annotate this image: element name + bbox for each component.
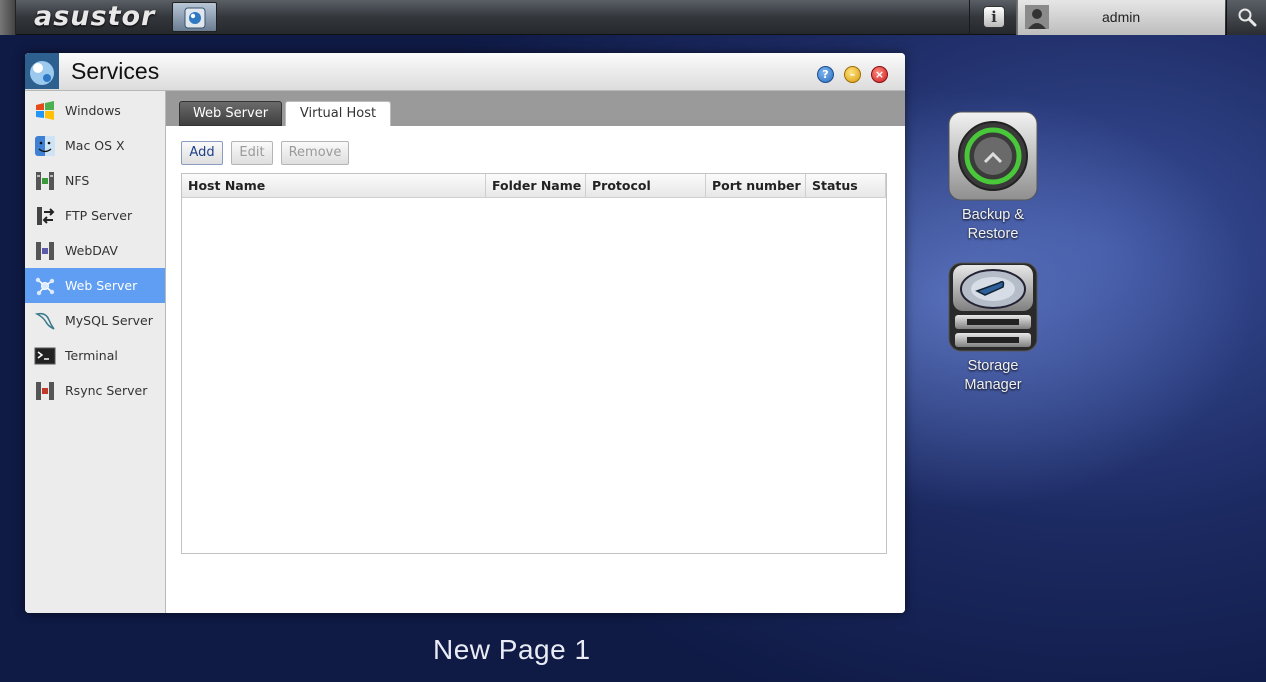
top-bar: asustor i admin xyxy=(0,0,1266,35)
terminal-icon xyxy=(34,347,56,365)
storage-manager-icon xyxy=(948,262,1038,352)
window-titlebar[interactable]: Services ? – × xyxy=(25,53,905,91)
desktop-icon-label: Storage xyxy=(967,358,1019,374)
tab-web-server[interactable]: Web Server xyxy=(179,101,282,126)
sidebar-item-label: Mac OS X xyxy=(65,138,125,153)
services-window: Services ? – × Windows Mac OS X NFS FTP … xyxy=(25,53,905,613)
info-button[interactable]: i xyxy=(969,0,1017,35)
sidebar-item-terminal[interactable]: Terminal xyxy=(25,338,165,373)
sidebar-item-label: FTP Server xyxy=(65,208,133,223)
desktop-page-name[interactable]: New Page 1 xyxy=(433,634,591,666)
column-status[interactable]: Status xyxy=(806,174,886,197)
close-button[interactable]: × xyxy=(871,66,888,83)
services-app-icon xyxy=(184,7,206,29)
column-host-name[interactable]: Host Name xyxy=(182,174,486,197)
sidebar-item-windows[interactable]: Windows xyxy=(25,93,165,128)
virtual-host-table: Host Name Folder Name Protocol Port numb… xyxy=(181,173,887,554)
sidebar-item-label: Terminal xyxy=(65,348,118,363)
column-port-number[interactable]: Port number xyxy=(706,174,806,197)
search-icon xyxy=(1238,8,1257,27)
desktop-icon-label: Restore xyxy=(967,226,1019,242)
sidebar-item-webdav[interactable]: WebDAV xyxy=(25,233,165,268)
services-taskbar-button[interactable] xyxy=(172,2,217,32)
sidebar-item-ftp-server[interactable]: FTP Server xyxy=(25,198,165,233)
column-folder-name[interactable]: Folder Name xyxy=(486,174,586,197)
sidebar-item-mysql-server[interactable]: MySQL Server xyxy=(25,303,165,338)
info-icon: i xyxy=(983,6,1005,28)
sidebar-item-rsync-server[interactable]: Rsync Server xyxy=(25,373,165,408)
search-button[interactable] xyxy=(1226,0,1266,35)
ftp-icon xyxy=(37,207,55,225)
sidebar-item-label: WebDAV xyxy=(65,243,118,258)
asustor-logo: asustor xyxy=(34,1,156,32)
services-content: Web Server Virtual Host Add Edit Remove … xyxy=(166,91,905,613)
rsync-icon xyxy=(36,382,54,400)
sidebar-item-label: Rsync Server xyxy=(65,383,148,398)
sidebar-item-web-server[interactable]: Web Server xyxy=(25,268,165,303)
sidebar-item-label: Windows xyxy=(65,103,121,118)
window-title: Services xyxy=(71,58,160,84)
desktop-icon-label: Manager xyxy=(964,377,1022,393)
webdav-icon xyxy=(36,242,54,260)
sidebar-item-nfs[interactable]: NFS xyxy=(25,163,165,198)
desktop-icon-label: Backup & xyxy=(961,207,1025,223)
add-button[interactable]: Add xyxy=(181,141,223,165)
help-button[interactable]: ? xyxy=(817,66,834,83)
sidebar-item-label: Web Server xyxy=(65,278,138,293)
tab-virtual-host[interactable]: Virtual Host xyxy=(285,101,391,126)
services-sidebar: Windows Mac OS X NFS FTP Server WebDAV W… xyxy=(25,91,166,613)
backup-restore-icon xyxy=(948,111,1038,201)
finder-icon xyxy=(35,136,55,156)
user-name: admin xyxy=(1102,9,1141,25)
user-avatar-icon xyxy=(1025,5,1049,29)
tab-bar: Web Server Virtual Host xyxy=(166,91,905,126)
column-protocol[interactable]: Protocol xyxy=(586,174,706,197)
mysql-icon xyxy=(34,312,55,330)
sidebar-item-label: NFS xyxy=(65,173,90,188)
minimize-button[interactable]: – xyxy=(844,66,861,83)
windows-icon xyxy=(36,101,54,120)
sidebar-item-label: MySQL Server xyxy=(65,313,153,328)
edit-button[interactable]: Edit xyxy=(231,141,273,165)
dock-handle[interactable] xyxy=(0,0,16,35)
web-server-icon xyxy=(35,277,55,296)
sidebar-item-mac-os-x[interactable]: Mac OS X xyxy=(25,128,165,163)
remove-button[interactable]: Remove xyxy=(281,141,349,165)
nfs-icon xyxy=(36,172,54,190)
user-menu[interactable]: admin xyxy=(1017,0,1225,35)
table-header: Host Name Folder Name Protocol Port numb… xyxy=(182,174,886,198)
services-app-icon xyxy=(25,53,59,89)
